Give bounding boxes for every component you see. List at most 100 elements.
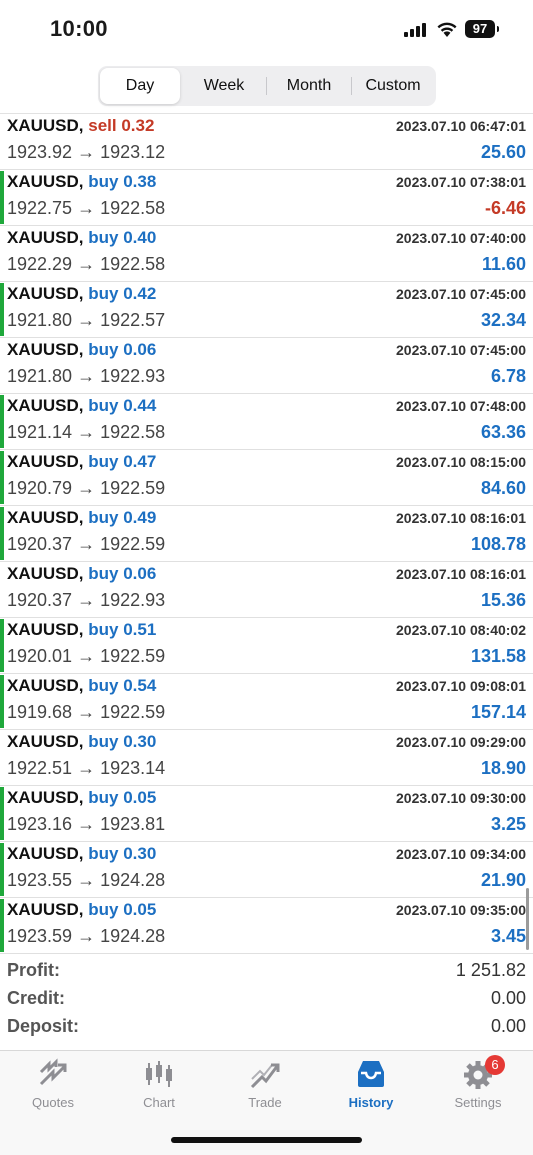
deal-symbol-line: XAUUSD, buy 0.51 — [7, 620, 156, 640]
deal-symbol: XAUUSD, — [7, 284, 84, 303]
deal-time: 2023.07.10 07:40:00 — [396, 230, 526, 246]
deal-time: 2023.07.10 09:35:00 — [396, 902, 526, 918]
deal-side: buy — [88, 900, 119, 919]
deal-row[interactable]: XAUUSD, buy 0.44 2023.07.10 07:48:00 1921.… — [0, 394, 533, 450]
tab-day[interactable]: Day — [100, 68, 180, 104]
tab-settings-label: Settings — [454, 1095, 502, 1110]
deal-close-price: 1922.58 — [100, 198, 166, 218]
deal-side: buy — [88, 564, 119, 583]
deal-open-price: 1923.55 — [7, 870, 73, 890]
deal-side: buy — [88, 732, 119, 751]
deal-volume: 0.05 — [123, 900, 157, 919]
deal-time: 2023.07.10 09:29:00 — [396, 734, 526, 750]
deal-volume: 0.42 — [123, 284, 157, 303]
deal-profit: 3.25 — [490, 814, 526, 834]
deal-side: buy — [88, 396, 119, 415]
tab-settings[interactable]: 6 Settings — [425, 1055, 531, 1119]
deal-row[interactable]: XAUUSD, buy 0.05 2023.07.10 09:30:00 1923.… — [0, 786, 533, 842]
arrow-right-icon: → — [72, 478, 101, 498]
deal-row[interactable]: XAUUSD, buy 0.06 2023.07.10 07:45:00 1921.… — [0, 338, 533, 394]
deal-time: 2023.07.10 07:45:00 — [396, 286, 526, 302]
chart-icon — [146, 1061, 172, 1087]
deal-close-price: 1922.59 — [100, 534, 166, 554]
deal-close-price: 1922.57 — [100, 310, 166, 330]
tab-trade-label: Trade — [248, 1095, 282, 1110]
deal-row[interactable]: XAUUSD, buy 0.40 2023.07.10 07:40:00 1922.… — [0, 226, 533, 282]
tab-quotes-label: Quotes — [32, 1095, 74, 1110]
summary-label: Deposit: — [7, 1016, 79, 1036]
deal-symbol-line: XAUUSD, buy 0.05 — [7, 900, 156, 920]
deal-row[interactable]: XAUUSD, buy 0.38 2023.07.10 07:38:01 1922.… — [0, 170, 533, 226]
deal-time: 2023.07.10 09:30:00 — [396, 790, 526, 806]
deal-close-price: 1922.58 — [100, 254, 166, 274]
deal-symbol-line: XAUUSD, buy 0.05 — [7, 788, 156, 808]
deal-symbol: XAUUSD, — [7, 508, 84, 527]
deal-symbol: XAUUSD, — [7, 452, 84, 471]
deal-row[interactable]: XAUUSD, buy 0.42 2023.07.10 07:45:00 1921.… — [0, 282, 533, 338]
deal-prices: 1919.68 → 1922.59 — [7, 702, 165, 723]
deal-side: sell — [88, 116, 117, 135]
deal-profit: 108.78 — [470, 534, 526, 554]
tab-custom[interactable]: Custom — [352, 68, 434, 104]
deal-volume: 0.30 — [123, 844, 157, 863]
deal-prices: 1920.37 → 1922.93 — [7, 590, 165, 611]
deal-profit: 63.36 — [480, 422, 526, 442]
arrow-right-icon: → — [72, 198, 101, 218]
arrow-right-icon: → — [72, 254, 101, 274]
deal-row[interactable]: XAUUSD, sell 0.32 2023.07.10 06:47:01 1923… — [0, 114, 533, 170]
deal-symbol: XAUUSD, — [7, 676, 84, 695]
deal-close-price: 1924.28 — [100, 870, 166, 890]
deal-prices: 1922.75 → 1922.58 — [7, 198, 165, 219]
tab-history[interactable]: History — [318, 1057, 424, 1119]
status-bar: 10:00 97 — [0, 0, 533, 62]
deal-time: 2023.07.10 07:38:01 — [396, 174, 526, 190]
deal-open-price: 1921.80 — [7, 366, 73, 386]
deal-symbol-line: XAUUSD, buy 0.44 — [7, 396, 156, 416]
deal-volume: 0.06 — [123, 564, 157, 583]
scroll-indicator[interactable] — [526, 888, 529, 950]
deal-symbol-line: XAUUSD, buy 0.30 — [7, 732, 156, 752]
deal-volume: 0.51 — [123, 620, 157, 639]
deal-symbol-line: XAUUSD, sell 0.32 — [7, 116, 154, 136]
wifi-icon — [437, 22, 457, 37]
deal-prices: 1921.80 → 1922.57 — [7, 310, 165, 331]
deal-side: buy — [88, 844, 119, 863]
deal-symbol-line: XAUUSD, buy 0.49 — [7, 508, 156, 528]
deal-side: buy — [88, 788, 119, 807]
deal-symbol: XAUUSD, — [7, 340, 84, 359]
deal-row[interactable]: XAUUSD, buy 0.30 2023.07.10 09:34:00 1923.… — [0, 842, 533, 898]
deal-open-price: 1920.79 — [7, 478, 73, 498]
deal-symbol: XAUUSD, — [7, 116, 84, 135]
deal-symbol: XAUUSD, — [7, 788, 84, 807]
deal-open-price: 1921.80 — [7, 310, 73, 330]
deal-volume: 0.38 — [123, 172, 157, 191]
deal-time: 2023.07.10 09:08:01 — [396, 678, 526, 694]
summary-panel: Profit: 1 251.82 Credit: 0.00 Deposit: 0.00 — [0, 958, 533, 1050]
deal-row[interactable]: XAUUSD, buy 0.49 2023.07.10 08:16:01 1920.… — [0, 506, 533, 562]
home-indicator[interactable] — [171, 1137, 362, 1143]
deal-profit: 21.90 — [480, 870, 526, 890]
tab-week[interactable]: Week — [182, 68, 266, 104]
deal-row[interactable]: XAUUSD, buy 0.54 2023.07.10 09:08:01 1919.… — [0, 674, 533, 730]
deal-row[interactable]: XAUUSD, buy 0.30 2023.07.10 09:29:00 1922.… — [0, 730, 533, 786]
deal-symbol-line: XAUUSD, buy 0.42 — [7, 284, 156, 304]
tab-chart[interactable]: Chart — [106, 1057, 212, 1119]
deal-row[interactable]: XAUUSD, buy 0.05 2023.07.10 09:35:00 1923.… — [0, 898, 533, 954]
deal-open-price: 1923.16 — [7, 814, 73, 834]
quotes-icon — [39, 1058, 67, 1086]
deal-prices: 1920.01 → 1922.59 — [7, 646, 165, 667]
tab-quotes[interactable]: Quotes — [0, 1057, 106, 1119]
tab-month[interactable]: Month — [267, 68, 351, 104]
deal-volume: 0.06 — [123, 340, 157, 359]
arrow-right-icon: → — [72, 534, 101, 554]
tab-trade[interactable]: Trade — [212, 1057, 318, 1119]
deal-symbol: XAUUSD, — [7, 172, 84, 191]
deal-symbol-line: XAUUSD, buy 0.47 — [7, 452, 156, 472]
deal-profit: 6.78 — [490, 366, 526, 386]
deal-row[interactable]: XAUUSD, buy 0.51 2023.07.10 08:40:02 1920.… — [0, 618, 533, 674]
deal-open-price: 1920.37 — [7, 534, 73, 554]
deal-row[interactable]: XAUUSD, buy 0.47 2023.07.10 08:15:00 1920.… — [0, 450, 533, 506]
deal-open-price: 1922.29 — [7, 254, 73, 274]
deal-prices: 1921.14 → 1922.58 — [7, 422, 165, 443]
deal-row[interactable]: XAUUSD, buy 0.06 2023.07.10 08:16:01 1920.… — [0, 562, 533, 618]
